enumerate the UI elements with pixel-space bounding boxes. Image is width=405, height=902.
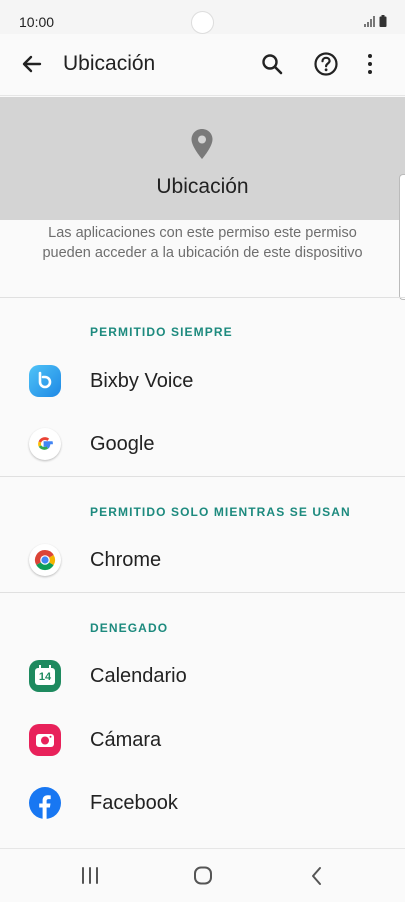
divider [0, 592, 405, 593]
more-options-button[interactable] [354, 48, 386, 80]
calendar-icon: 14 [29, 660, 61, 692]
signal-icon [364, 16, 375, 27]
help-button[interactable] [310, 48, 342, 80]
section-header-allowed-always: PERMITIDO SIEMPRE [90, 325, 233, 339]
recent-apps-icon [82, 867, 98, 884]
divider [0, 476, 405, 477]
list-item-google[interactable]: Google [0, 415, 405, 475]
arrow-back-icon [22, 55, 42, 73]
camera-cutout [191, 11, 214, 34]
status-time: 10:00 [19, 14, 55, 30]
back-nav-button[interactable] [302, 863, 332, 889]
help-icon [314, 52, 338, 76]
home-button[interactable] [188, 863, 218, 889]
permission-title: Ubicación [156, 175, 249, 198]
list-item-calendario[interactable]: 14 Calendario [0, 647, 405, 707]
app-name: Facebook [90, 792, 178, 814]
bixby-voice-icon [29, 365, 61, 397]
app-name: Calendario [90, 665, 187, 687]
app-name: Chrome [90, 549, 162, 571]
calendar-date: 14 [35, 668, 55, 685]
list-item-chrome[interactable]: Chrome [0, 531, 405, 591]
permission-header: Ubicación [0, 97, 405, 220]
more-vert-icon [368, 54, 372, 74]
back-button[interactable] [16, 48, 48, 80]
home-icon [194, 866, 212, 885]
battery-icon [379, 15, 387, 27]
app-name: Bixby Voice [90, 370, 194, 392]
app-name: Google [90, 433, 155, 455]
camera-icon [29, 724, 61, 756]
chrome-icon [29, 544, 61, 576]
location-pin-icon [191, 129, 213, 159]
section-header-denied: DENEGADO [90, 621, 169, 635]
search-button[interactable] [256, 48, 288, 80]
scroll-indicator[interactable] [399, 174, 405, 300]
search-icon [262, 54, 283, 75]
list-item-camara[interactable]: Cámara [0, 711, 405, 771]
page-title: Ubicación [63, 52, 156, 75]
google-icon [29, 428, 61, 460]
divider [0, 297, 405, 298]
list-item-facebook[interactable]: Facebook [0, 774, 405, 834]
recent-apps-button[interactable] [75, 863, 105, 889]
app-bar: Ubicación [0, 34, 405, 96]
navigation-bar [0, 848, 405, 902]
facebook-icon [29, 787, 61, 819]
app-name: Cámara [90, 729, 162, 751]
permission-description: Las aplicaciones con este permiso este p… [42, 225, 363, 261]
status-icons [364, 15, 387, 27]
section-header-allowed-while-in-use: PERMITIDO SOLO MIENTRAS SE USAN [90, 505, 351, 519]
list-item-bixby-voice[interactable]: Bixby Voice [0, 352, 405, 412]
back-icon [312, 867, 321, 885]
